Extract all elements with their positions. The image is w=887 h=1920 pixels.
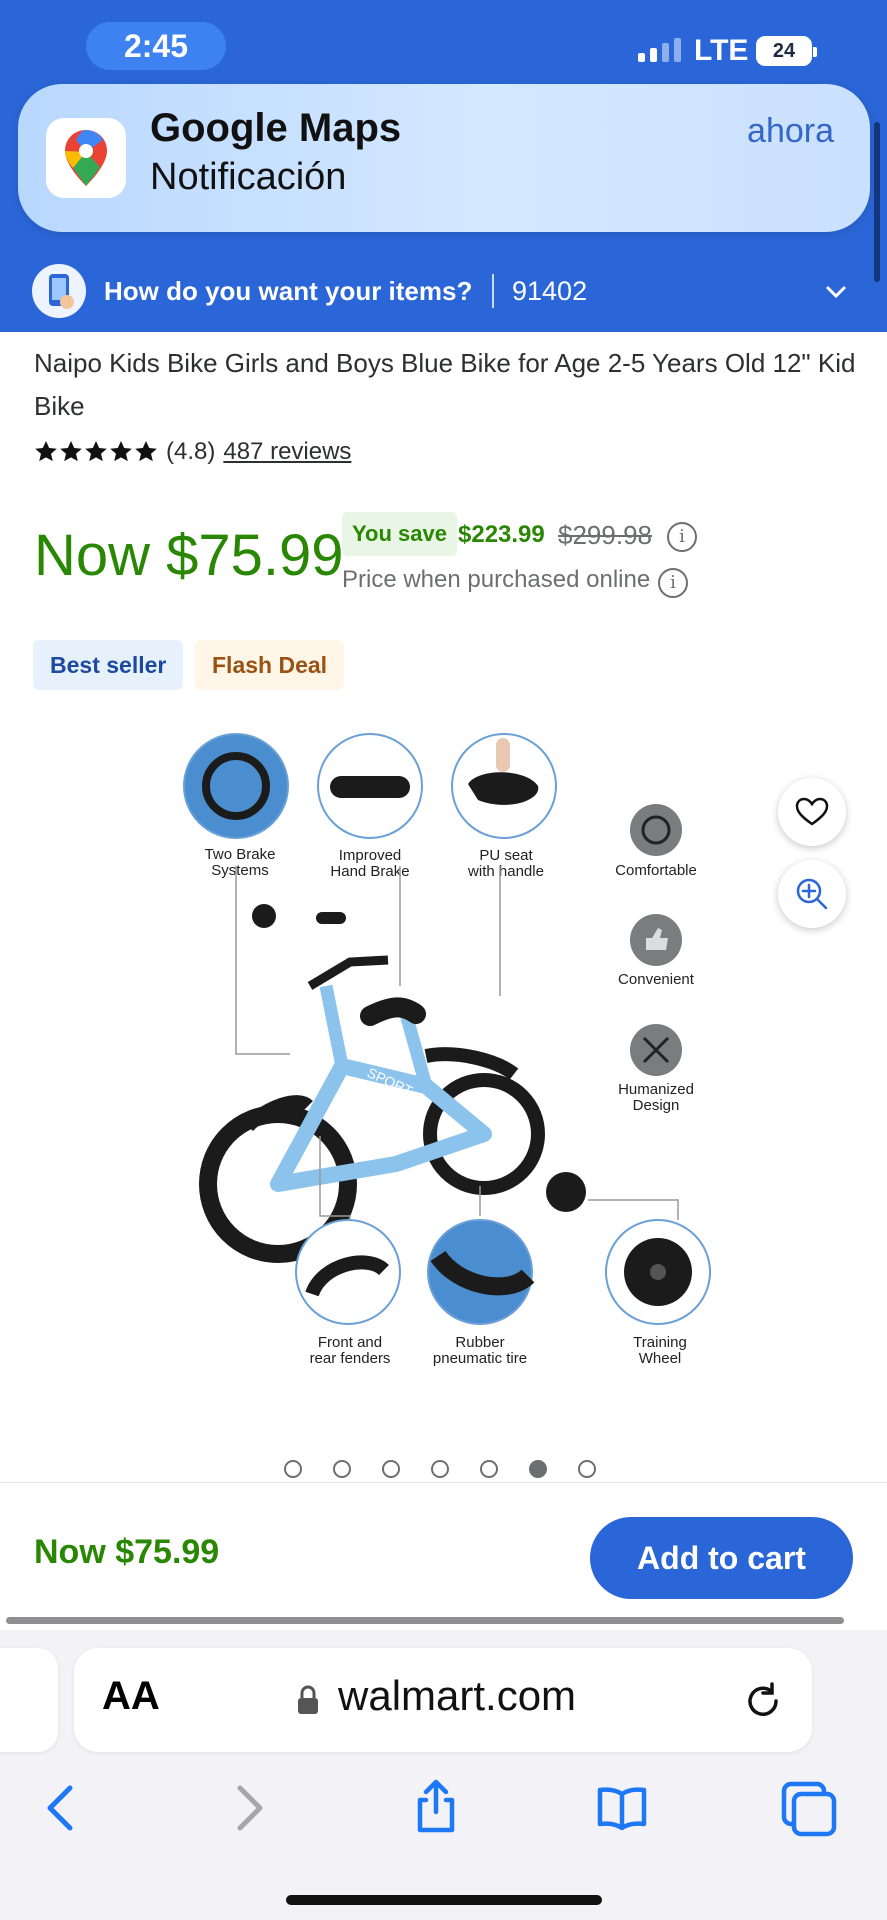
bottom-price: Now $75.99 [34, 1533, 220, 1571]
tabs-icon [781, 1781, 837, 1837]
notification-app-name: Google Maps [150, 106, 402, 150]
sticky-cart-bar: Now $75.99 Add to cart [0, 1482, 887, 1622]
chevron-left-icon [47, 1785, 73, 1831]
carousel-dot[interactable] [382, 1460, 400, 1478]
carousel-dots[interactable] [284, 1460, 596, 1478]
lock-icon [296, 1684, 320, 1716]
page-load-progress [6, 1617, 844, 1624]
label-brake-line2: Systems [211, 862, 269, 879]
forward-button[interactable] [210, 1768, 290, 1848]
star-rating-icon [34, 440, 158, 464]
feature-humanized: Humanized Design [618, 1024, 694, 1114]
favorite-button[interactable] [778, 778, 846, 846]
delivery-divider [492, 274, 494, 308]
price-note: Price when purchased online [342, 566, 651, 593]
signal-icon [638, 38, 681, 62]
label-convenient: Convenient [618, 971, 695, 988]
notification-message: Notificación [150, 156, 347, 198]
info-icon[interactable]: i [667, 522, 697, 552]
label-comfortable: Comfortable [615, 862, 697, 879]
book-icon [597, 1787, 647, 1831]
feature-wheel: Training Wheel [588, 1199, 711, 1367]
you-save-amount: $223.99 [458, 521, 545, 548]
heart-icon [795, 797, 829, 826]
chevron-down-icon [822, 278, 850, 306]
svg-text:Front andrear fenders: Front and rear fenders [310, 1334, 391, 1367]
svg-text:ImprovedHand Brake: Improved Hand Brake [330, 847, 409, 880]
was-price: $299.98 [558, 520, 652, 550]
label-brake-line1: Two Brake [205, 846, 276, 863]
push-notification[interactable]: Google Maps Notificación ahora [18, 84, 870, 232]
product-title: Naipo Kids Bike Girls and Boys Blue Bike… [34, 348, 856, 421]
zoom-button[interactable] [778, 860, 846, 928]
label-hand-brake-line2: Hand Brake [330, 863, 409, 880]
google-maps-app-icon [46, 118, 126, 198]
label-wheel-line1: Training [633, 1334, 687, 1351]
carousel-dot[interactable] [333, 1460, 351, 1478]
best-seller-badge: Best seller [33, 640, 184, 690]
label-fenders-line2: rear fenders [310, 1350, 391, 1367]
info-icon[interactable]: i [658, 568, 688, 598]
delivery-question: How do you want your items? [104, 276, 473, 306]
battery-icon: 24 [756, 36, 817, 66]
label-seat-line2: with handle [467, 863, 544, 880]
delivery-selector[interactable]: How do you want your items? 91402 [0, 258, 887, 332]
svg-text:TrainingWheel: Training Wheel [633, 1334, 687, 1367]
carousel-dot[interactable] [431, 1460, 449, 1478]
label-hand-brake-line1: Improved [339, 847, 402, 864]
product-price: Now $75.99 [34, 523, 344, 588]
you-save-label: You save [342, 512, 457, 556]
label-seat-line1: PU seat [479, 847, 533, 864]
svg-text:HumanizedDesign: Humanized Design [618, 1081, 694, 1114]
bike-illustration: SPORT [199, 866, 586, 1263]
carousel-dot[interactable] [480, 1460, 498, 1478]
label-humanized-line1: Humanized [618, 1081, 694, 1098]
zoom-in-icon [796, 878, 828, 910]
rating-value: (4.8) [166, 438, 216, 465]
rating-row[interactable]: (4.8) 487 reviews [34, 438, 351, 466]
address-bar[interactable]: AA walmart.com [74, 1648, 812, 1752]
delivery-illustration-icon [32, 264, 86, 318]
bookmarks-button[interactable] [582, 1768, 662, 1848]
top-header: 2:45 LTE 24 Google Maps Notificación aho… [0, 0, 887, 332]
label-brake: Two Brake Systems [205, 846, 276, 879]
feature-convenient: Convenient [618, 914, 695, 988]
label-wheel-line2: Wheel [639, 1350, 682, 1367]
network-label: LTE [694, 34, 749, 67]
status-time: 2:45 [86, 22, 226, 70]
feature-tire: Rubber pneumatic tire [427, 1186, 535, 1367]
carousel-dot[interactable] [284, 1460, 302, 1478]
label-humanized-line2: Design [633, 1097, 680, 1114]
label-tire-line1: Rubber [455, 1334, 504, 1351]
delivery-zip: 91402 [512, 276, 588, 306]
home-indicator[interactable] [286, 1895, 602, 1905]
feature-seat: PU seat with handle [451, 733, 557, 880]
carousel-dot-active[interactable] [529, 1460, 547, 1478]
svg-text:Rubberpneumatic tire: Rubber pneumatic tire [433, 1334, 527, 1367]
reload-icon[interactable] [740, 1678, 786, 1724]
share-icon [417, 1779, 455, 1833]
svg-text:PU seatwith handle: PU seat with handle [467, 847, 544, 880]
back-button[interactable] [20, 1768, 100, 1848]
label-tire-line2: pneumatic tire [433, 1350, 527, 1367]
text-size-button[interactable]: AA [102, 1674, 160, 1719]
product-image[interactable]: Two Brake Systems Improved Hand Brake PU s… [170, 716, 730, 1406]
flash-deal-badge: Flash Deal [195, 640, 345, 690]
battery-level: 24 [772, 40, 796, 62]
feature-hand-brake: Improved Hand Brake [317, 733, 423, 880]
reviews-link[interactable]: 487 reviews [223, 438, 351, 466]
notification-time: ahora [747, 112, 834, 150]
url-domain[interactable]: walmart.com [338, 1672, 576, 1720]
previous-tab-preview[interactable] [0, 1648, 58, 1752]
label-fenders-line1: Front and [318, 1334, 382, 1351]
add-to-cart-button[interactable]: Add to cart [590, 1517, 853, 1599]
screen: 2:45 LTE 24 Google Maps Notificación aho… [0, 0, 887, 1920]
feature-brake: Two Brake Systems [183, 733, 289, 879]
feature-comfortable: Comfortable [615, 804, 697, 879]
share-button[interactable] [396, 1768, 476, 1848]
tabs-button[interactable] [768, 1768, 848, 1848]
chevron-right-icon [237, 1785, 263, 1831]
carousel-dot[interactable] [578, 1460, 596, 1478]
